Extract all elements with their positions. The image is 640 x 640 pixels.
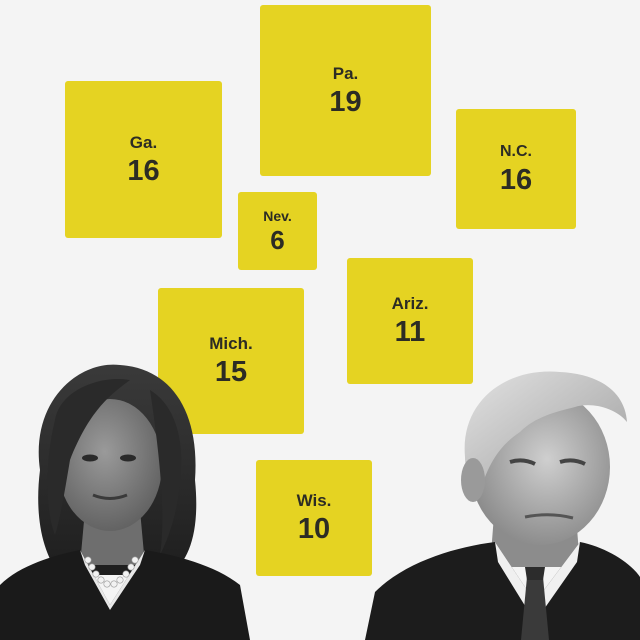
state-tile-north-carolina: N.C. 16: [456, 109, 576, 229]
state-abbr: Pa.: [332, 63, 359, 83]
state-abbr: Ariz.: [391, 294, 429, 313]
electoral-votes: 10: [297, 513, 331, 545]
electoral-votes: 11: [394, 316, 426, 348]
state-tile-pennsylvania: Pa. 19: [260, 5, 431, 176]
state-abbr: Wis.: [296, 491, 332, 510]
state-abbr: Ga.: [129, 132, 158, 152]
electoral-votes: 6: [270, 225, 285, 255]
state-abbr: N.C.: [500, 142, 532, 160]
state-tile-nevada: Nev. 6: [238, 192, 317, 270]
portrait-right-candidate: [365, 371, 640, 640]
state-tile-georgia: Ga. 16: [65, 81, 222, 238]
state-abbr: Mich.: [209, 334, 253, 353]
electoral-votes: 16: [127, 154, 160, 187]
electoral-votes: 16: [499, 163, 533, 196]
electoral-votes: 19: [329, 85, 362, 118]
portrait-left-candidate: [0, 364, 250, 640]
state-abbr: Nev.: [263, 208, 292, 224]
battleground-states-graphic: Pa. 19 Ga. 16 N.C. 16 Nev. 6 Ariz. 11 Mi…: [0, 0, 640, 640]
